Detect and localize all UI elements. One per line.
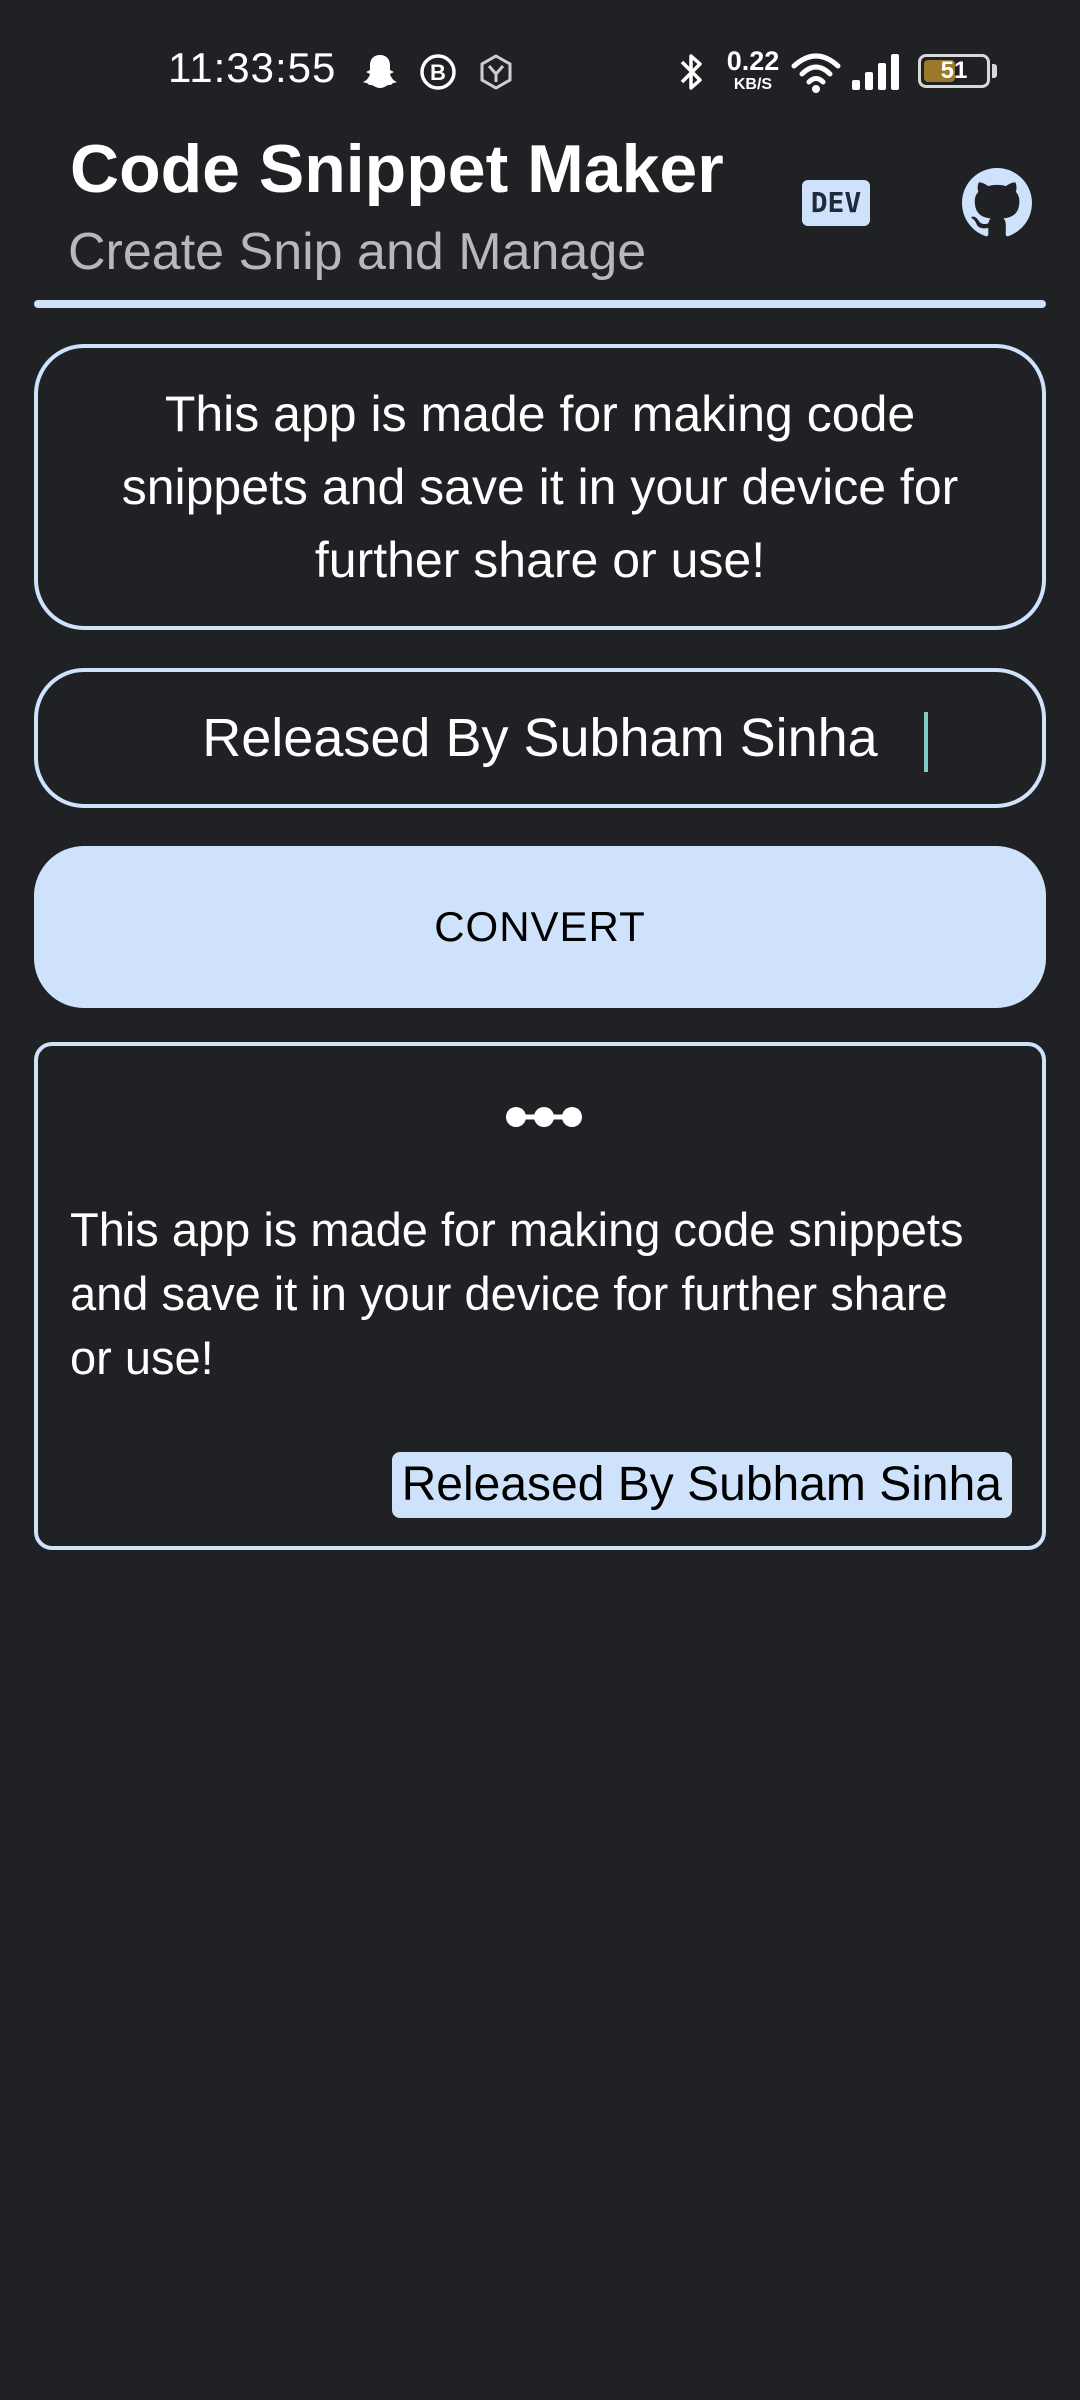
app-subtitle: Create Snip and Manage [68,223,647,281]
author-input[interactable] [38,672,1042,804]
battery-level: 51 [940,57,968,84]
net-speed-unit: KB/S [733,76,773,93]
bluetooth-icon [680,54,702,90]
app-icon [480,54,512,90]
snippet-text: This app is made for making code snippet… [70,1203,964,1384]
header-divider [34,300,1046,308]
snippet-author-tag: Released By Subham Sinha [391,1452,1012,1518]
wifi-icon [791,53,841,93]
battery-tip [992,64,997,78]
status-time: 11:33:55 [168,44,337,91]
signal-icon [852,54,899,90]
svg-text:B: B [430,60,446,85]
snapchat-icon [363,55,397,88]
convert-button[interactable]: CONVERT [34,846,1046,1008]
github-icon[interactable] [962,168,1032,238]
dev-badge[interactable]: DEV [802,180,870,226]
author-input-container[interactable] [34,668,1046,808]
text-cursor [924,712,928,772]
net-speed: 0.22 KB/S [722,48,784,93]
battery-icon: 51 [918,54,990,88]
net-speed-value: 0.22 [726,46,780,76]
three-dots-icon [506,1107,582,1127]
app-title: Code Snippet Maker [70,131,724,207]
b-circle-icon: B [420,54,456,90]
status-bar: 11:33:55 B 0.22 KB/S 51 [0,0,1080,140]
intro-card: This app is made for making code snippet… [34,344,1046,630]
intro-text: This app is made for making code snippet… [121,385,959,588]
snippet-preview-card: This app is made for making code snippet… [34,1042,1046,1550]
